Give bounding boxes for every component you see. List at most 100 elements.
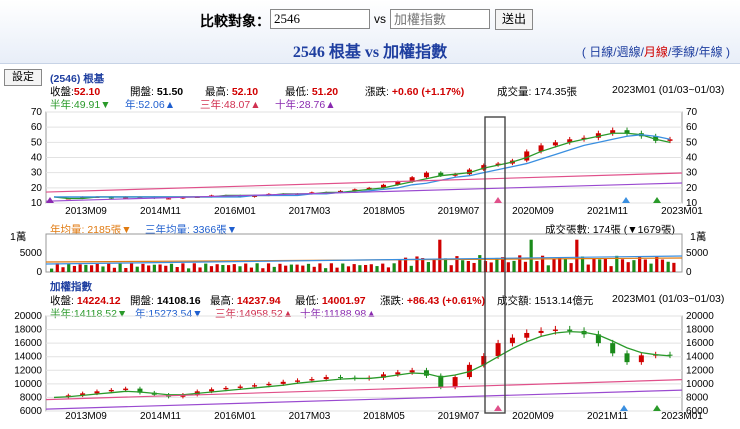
volume-bar — [575, 239, 579, 272]
volume-bar — [301, 265, 305, 272]
index-ytick-right: 20000 — [686, 311, 714, 322]
volume-bar — [643, 259, 647, 272]
index-candle — [280, 381, 286, 384]
stock-candle — [237, 195, 243, 197]
vol-unit-right: 1萬 — [690, 231, 707, 243]
xtick-label-stock: 2018M05 — [363, 206, 405, 217]
stock-ma-3y-line — [45, 172, 683, 193]
index-candle — [466, 364, 472, 378]
stock-candle — [638, 133, 644, 137]
volume-bar — [398, 260, 402, 272]
volume-bar — [672, 262, 676, 272]
index-candle — [309, 379, 315, 381]
volume-bar — [324, 268, 328, 272]
chart-frame-0 — [45, 111, 683, 204]
index-candle — [395, 372, 401, 375]
index-candle — [209, 389, 215, 392]
volume-bar — [112, 267, 116, 272]
settings-button[interactable]: 設定 — [4, 69, 42, 86]
volume-bar — [346, 266, 351, 272]
volume-bar — [632, 260, 636, 272]
period-link-quarterly[interactable]: 季線 — [671, 45, 695, 59]
index-ytick-left: 18000 — [14, 325, 42, 336]
volume-bar — [215, 264, 219, 272]
index-candle — [567, 329, 573, 331]
volume-bar — [546, 265, 550, 272]
period-link-yearly[interactable]: 年線 — [699, 45, 723, 59]
index-candle — [223, 387, 229, 390]
volume-bar — [609, 266, 613, 272]
index-turnover-value: 1513.14億元 — [534, 295, 594, 307]
index-change-label: 漲跌: — [380, 295, 404, 307]
stock-candle — [323, 192, 329, 194]
index-ytick-left: 10000 — [14, 379, 42, 390]
stock-candle — [352, 189, 358, 191]
volume-bar — [204, 263, 208, 272]
xtick-label-index: 2014M11 — [140, 411, 181, 422]
change-label: 漲跌: — [365, 86, 389, 98]
selection-cursor-box — [484, 116, 506, 414]
volume-bar — [147, 265, 151, 272]
volume-avg-year-line — [45, 257, 683, 263]
ma-cross-marker-icon — [494, 405, 502, 411]
index-candle — [323, 377, 329, 380]
ma-cross-marker-icon — [653, 197, 661, 203]
compare-index-input[interactable] — [390, 9, 490, 29]
volume-bar — [261, 268, 265, 272]
stock-candle — [166, 198, 172, 200]
volume-bar — [455, 256, 459, 272]
volume-bar — [78, 264, 82, 272]
volume-bar — [375, 266, 379, 272]
volume-bar — [461, 260, 465, 272]
stock-candle — [452, 174, 458, 176]
volume-bar — [238, 266, 242, 272]
volume-bar — [478, 255, 482, 272]
volume-bar — [529, 239, 533, 272]
volume-bar — [198, 267, 202, 272]
stock-ma-half: 半年:49.91▼ — [50, 99, 111, 111]
period-open-paren: ( — [581, 45, 586, 59]
period-link-weekly[interactable]: 週線 — [617, 45, 641, 59]
volume-bar — [563, 259, 568, 272]
volume-bar — [192, 263, 196, 272]
volume-ytick-right: 5000 — [686, 248, 709, 259]
xtick-label-stock: 2023M01 — [661, 206, 703, 217]
volume-bar — [272, 266, 276, 272]
stock-ma-10y: 十年:28.76▲ — [275, 99, 336, 111]
vol-avg-3y: 三年均量: 3366張▼ — [145, 224, 238, 236]
index-candle — [638, 355, 644, 363]
index-candle — [252, 385, 258, 387]
stock-ma-3y: 三年:48.07▲ — [200, 99, 261, 111]
stock-ytick-right: 40 — [686, 153, 698, 164]
xtick-label-index: 2018M05 — [363, 411, 405, 422]
stock-candle — [338, 190, 344, 193]
stock-candle — [423, 172, 429, 178]
stock-candle — [380, 184, 386, 188]
index-candle — [237, 386, 243, 388]
index-candle — [610, 343, 616, 354]
vol-avg-year: 年均量: 2185張▼ — [50, 224, 132, 236]
stock-candle — [552, 142, 558, 146]
volume-bar — [312, 266, 316, 272]
stock-candle — [180, 196, 186, 199]
volume-bar — [501, 257, 505, 272]
stock-ytick-right: 50 — [686, 137, 698, 148]
compare-symbol-input[interactable] — [270, 9, 370, 29]
index-candle — [65, 395, 71, 397]
volume-bar — [209, 266, 214, 272]
stock-ytick-right: 10 — [686, 198, 698, 209]
volume-bar — [655, 256, 659, 272]
stock-candle — [466, 169, 472, 175]
stock-ma-line — [54, 134, 671, 198]
submit-button[interactable]: 送出 — [495, 9, 533, 30]
index-ma-3y-line — [45, 379, 683, 401]
stock-candle — [509, 160, 515, 164]
volume-bar — [89, 265, 94, 272]
index-candle — [653, 354, 659, 356]
period-link-monthly[interactable]: 月線 — [644, 45, 668, 59]
vs-label: vs — [374, 12, 386, 26]
volume-bar — [101, 266, 105, 272]
index-candle — [595, 334, 601, 344]
period-link-daily[interactable]: 日線 — [589, 45, 613, 59]
stock-candle — [438, 172, 444, 176]
